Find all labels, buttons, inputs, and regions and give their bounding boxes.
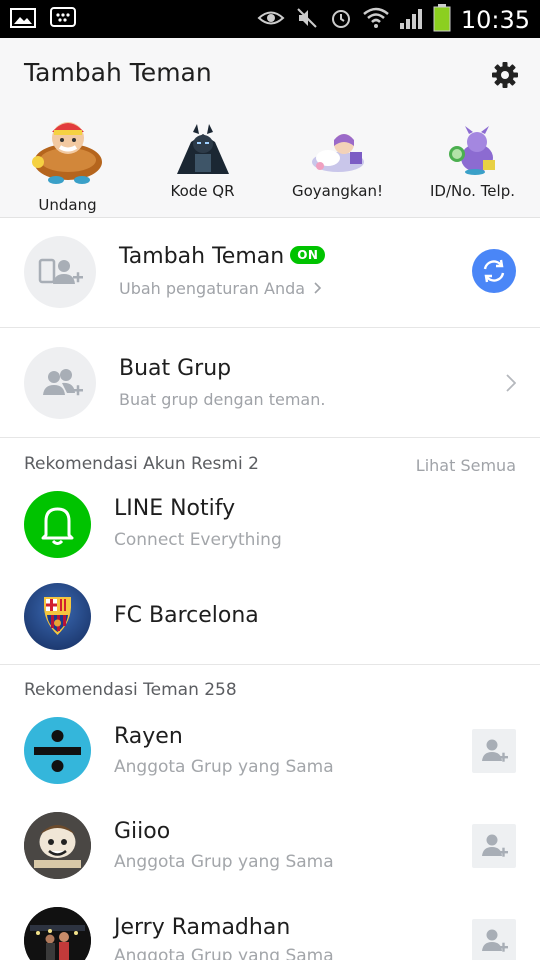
divider [0,664,540,665]
invite-character-icon [31,122,102,184]
qr-character-icon [176,124,229,174]
official-subtitle: Connect Everything [114,530,282,550]
official-section-header: Rekomendasi Akun Resmi 2 [24,454,259,474]
gallery-icon [10,6,36,34]
friend-name: Jerry Ramadhan [114,915,291,940]
add-friend-subtitle-text: Ubah pengaturan Anda [119,279,306,298]
fc-barcelona-crest-icon [43,597,72,635]
page-title: Tambah Teman [24,58,212,87]
mute-icon [295,6,319,34]
battery-icon [433,4,451,36]
refresh-icon [483,259,505,283]
avatar [24,907,91,960]
quick-id-search-label: ID/No. Telp. [430,182,515,200]
avatar [24,491,91,558]
person-add-icon [482,834,508,857]
shake-character-icon [311,134,364,172]
quick-qr-code-label: Kode QR [170,182,235,200]
create-group-row[interactable]: Buat Grup Buat grup dengan teman. [0,328,540,438]
person-add-icon [482,929,508,952]
signal-icon [399,6,423,34]
chevron-right-icon [314,279,322,298]
add-friend-setting-row[interactable]: Tambah Teman ON Ubah pengaturan Anda [0,218,540,328]
bbm-icon [50,6,76,34]
person-add-icon [482,739,508,762]
friend-name: Giioo [114,819,171,844]
sync-button[interactable] [472,249,516,293]
create-group-title: Buat Grup [119,356,232,381]
bell-icon [41,507,74,545]
phone-add-contact-icon [38,258,83,284]
status-badge: ON [290,246,326,264]
add-friend-subtitle: Ubah pengaturan Anda [119,279,322,298]
quick-shake[interactable]: Goyangkan! [270,124,405,214]
friend-name: Rayen [114,724,183,749]
divide-symbol-icon [34,730,81,772]
add-friend-icon-circle [24,236,96,308]
group-add-icon [43,369,83,396]
id-search-character-icon [448,126,495,175]
photo-avatar-icon [24,907,91,960]
friend-item-jerry-ramadhan[interactable]: Jerry Ramadhan Anggota Grup yang Sama [0,900,540,960]
quick-invite[interactable]: Undang [0,112,135,214]
chevron-right-icon [506,374,517,396]
official-item-fc-barcelona[interactable]: FC Barcelona [0,580,540,664]
quick-qr-code[interactable]: Kode QR [135,124,270,214]
see-all-link[interactable]: Lihat Semua [416,456,516,475]
avatar [24,583,91,650]
add-friend-title-text: Tambah Teman [119,244,285,269]
quick-invite-label: Undang [38,196,97,214]
friend-subtitle: Anggota Grup yang Sama [114,757,334,777]
clock-time: 10:35 [460,6,530,34]
cartoon-avatar-icon [24,812,91,879]
quick-shake-label: Goyangkan! [291,182,384,200]
official-item-line-notify[interactable]: LINE Notify Connect Everything [0,484,540,580]
gear-icon [492,62,518,88]
add-friend-button[interactable] [472,729,516,773]
create-group-icon-circle [24,347,96,419]
status-bar: 10:35 [0,0,540,38]
friend-subtitle: Anggota Grup yang Sama [114,852,334,872]
add-friend-title: Tambah Teman ON [119,244,326,269]
friend-item-giioo[interactable]: Giioo Anggota Grup yang Sama [0,804,540,900]
alarm-icon [329,6,353,34]
divider [0,437,540,438]
quick-id-search[interactable]: ID/No. Telp. [405,124,540,214]
header: Tambah Teman Undang Kode QR Goyangkan! I… [0,38,540,218]
wifi-icon [363,6,389,34]
add-friend-button[interactable] [472,919,516,960]
friend-item-rayen[interactable]: Rayen Anggota Grup yang Sama [0,710,540,804]
official-name: FC Barcelona [114,603,259,628]
friend-subtitle: Anggota Grup yang Sama [114,946,334,960]
friends-section-header: Rekomendasi Teman 258 [24,680,237,700]
official-name: LINE Notify [114,496,236,521]
add-friend-button[interactable] [472,824,516,868]
settings-button[interactable] [490,60,520,90]
avatar [24,717,91,784]
avatar [24,812,91,879]
eye-icon [257,7,285,33]
create-group-subtitle: Buat grup dengan teman. [119,390,326,409]
